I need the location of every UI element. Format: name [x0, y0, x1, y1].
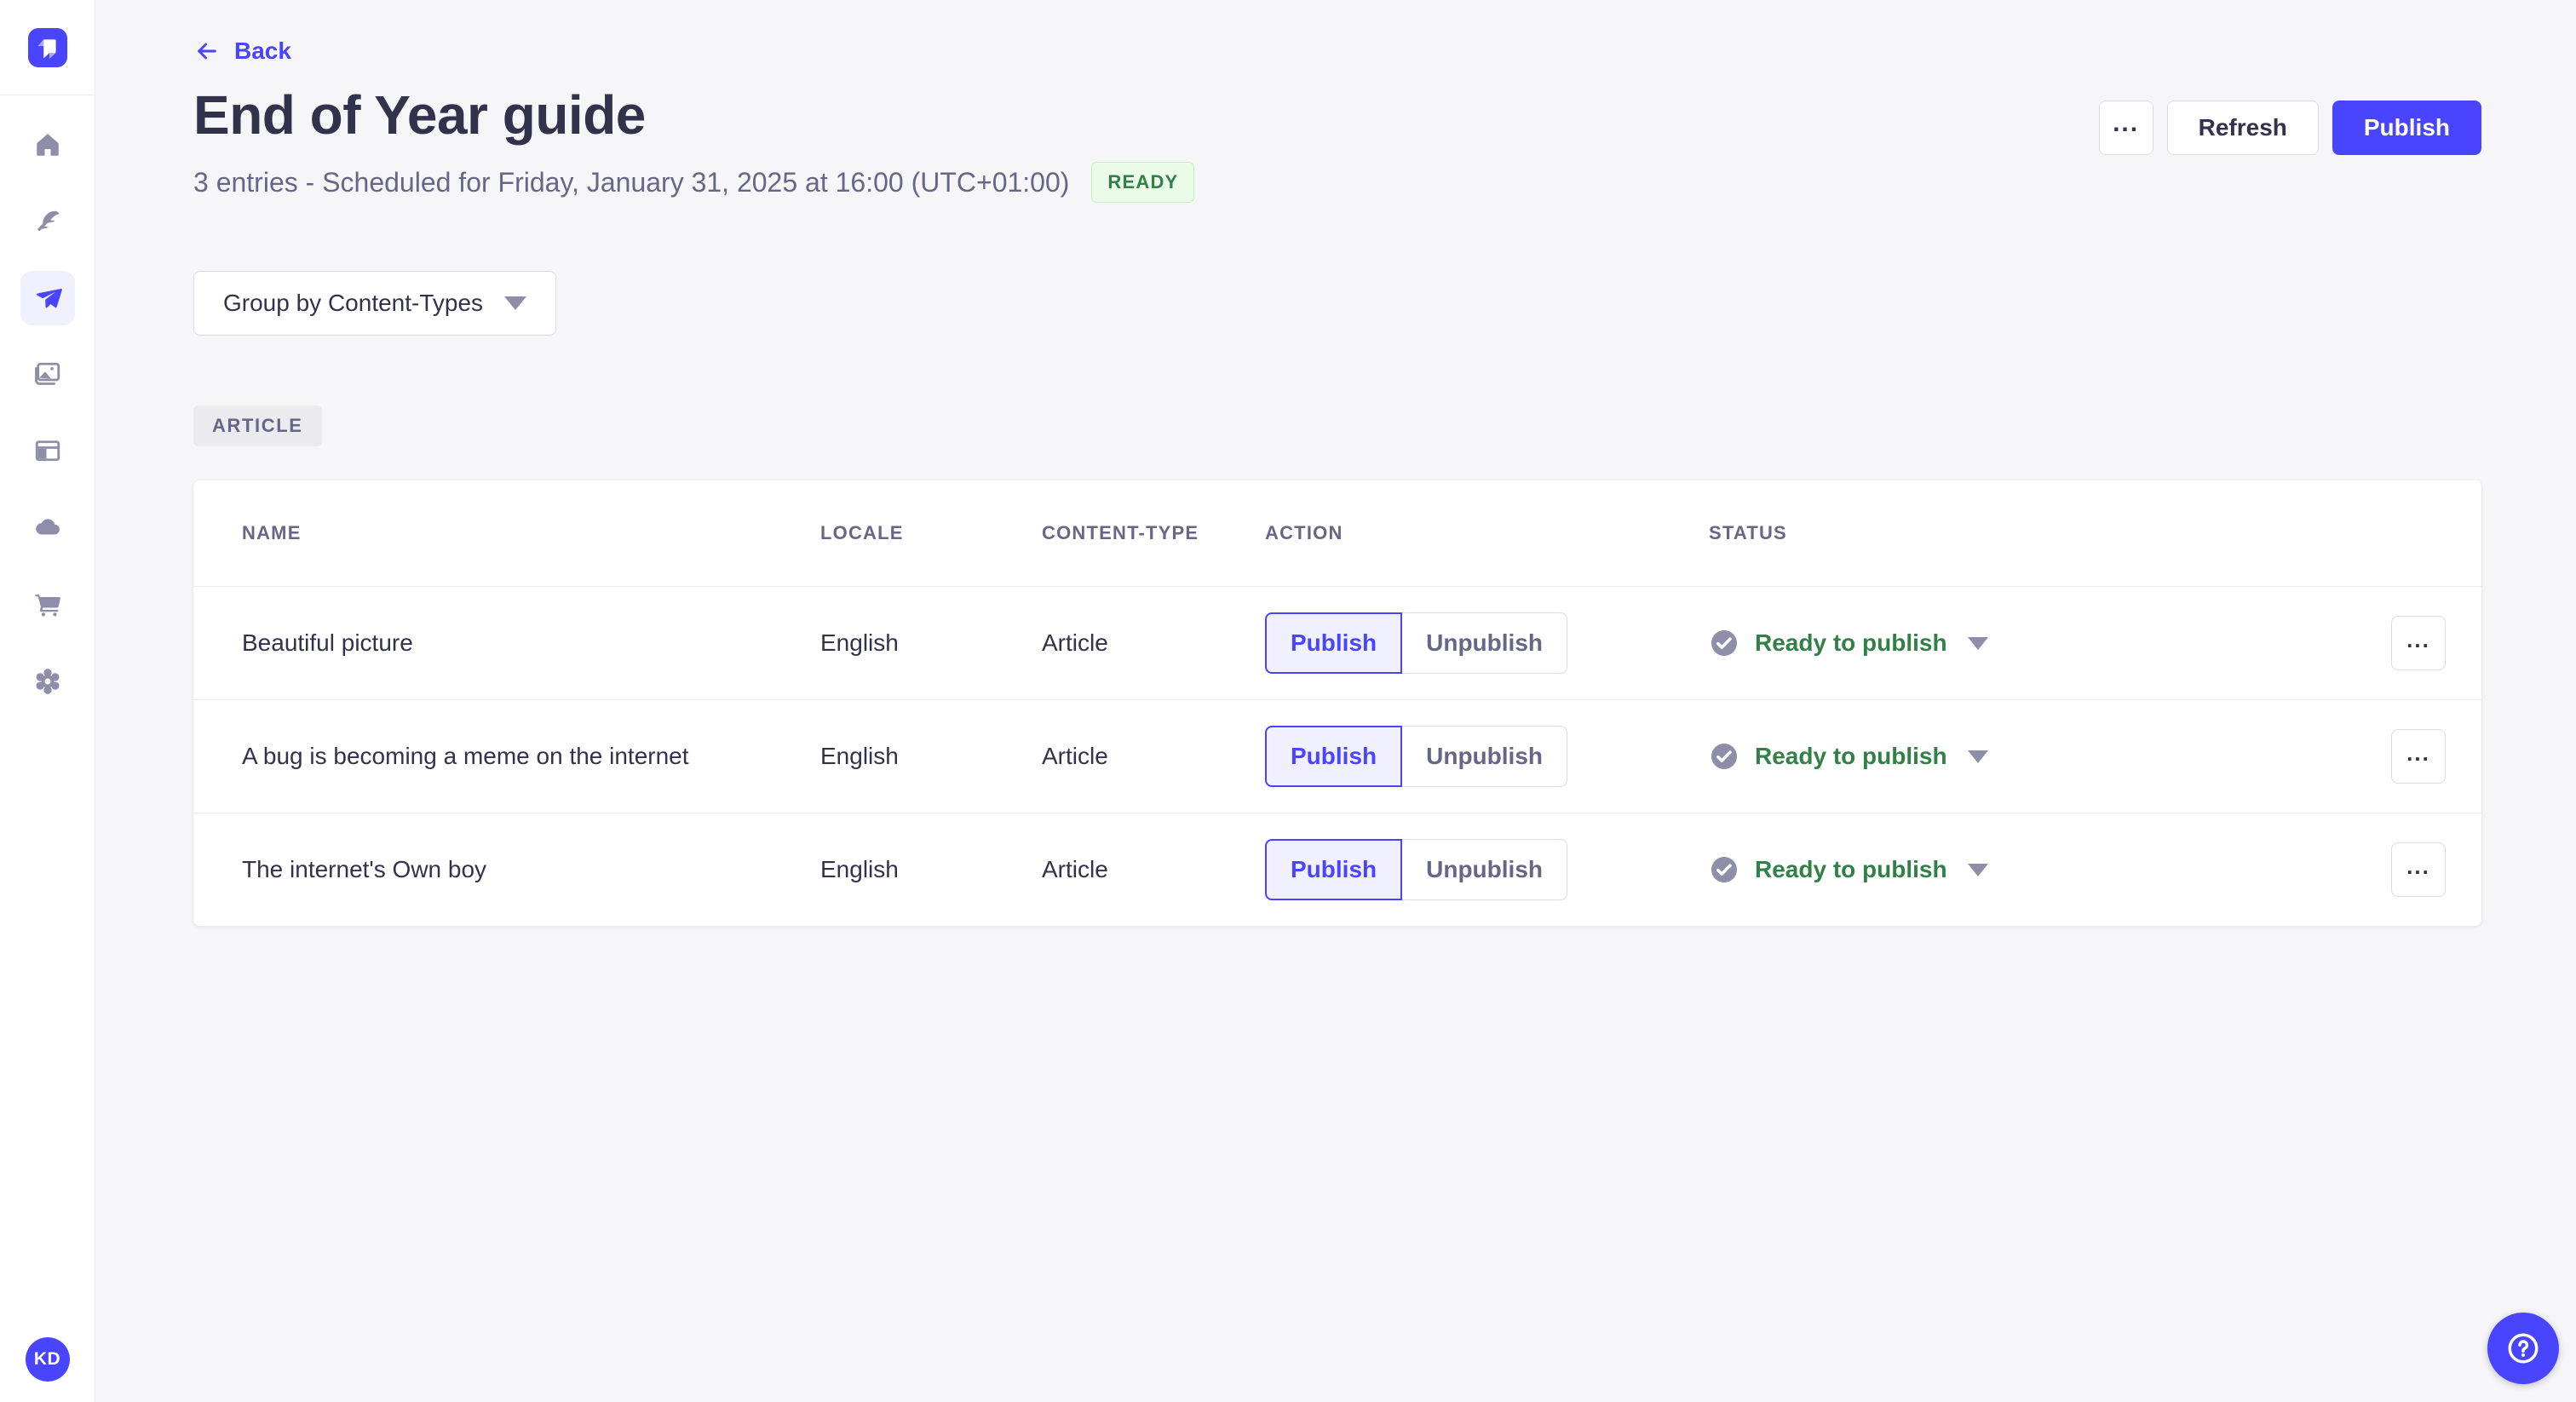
sidebar-item-media-library[interactable] — [20, 348, 75, 402]
row-more-button[interactable]: ... — [2391, 616, 2446, 670]
refresh-button[interactable]: Refresh — [2166, 101, 2319, 155]
action-segmented-control: Publish Unpublish — [1265, 839, 1567, 900]
home-icon — [33, 130, 62, 159]
entry-status-label: Ready to publish — [1755, 743, 1947, 769]
table-row: The internet's Own boy English Article P… — [193, 813, 2481, 926]
entry-name: A bug is becoming a meme on the internet — [242, 743, 689, 769]
check-circle-icon — [1711, 630, 1737, 656]
feather-icon — [33, 207, 62, 236]
publish-release-button[interactable]: Publish — [2332, 101, 2481, 155]
subtitle-row: 3 entries - Scheduled for Friday, Januar… — [193, 162, 2481, 203]
header-actions: ... Refresh Publish — [2098, 101, 2481, 155]
chevron-down-icon — [504, 296, 526, 310]
content-type-group-badge: ARTICLE — [193, 405, 322, 446]
sidebar: KD — [0, 0, 95, 1402]
media-library-icon — [32, 359, 63, 390]
group-by-select[interactable]: Group by Content-Types — [193, 271, 556, 336]
row-publish-toggle[interactable]: Publish — [1265, 726, 1403, 787]
logo-container — [0, 0, 95, 95]
sidebar-item-content-manager[interactable] — [20, 194, 75, 249]
entry-locale: English — [820, 629, 899, 656]
entry-content-type: Article — [1042, 629, 1108, 656]
entry-status-dropdown[interactable]: Ready to publish — [1709, 741, 1988, 772]
cart-icon — [32, 589, 63, 620]
sidebar-item-cloud[interactable] — [20, 501, 75, 555]
column-header-status: STATUS — [1709, 522, 1787, 543]
caret-down-icon — [1967, 636, 1988, 650]
check-circle-icon — [1711, 857, 1737, 882]
back-arrow-icon — [193, 37, 221, 65]
column-header-name: NAME — [242, 522, 302, 543]
table-header-row: NAME LOCALE CONTENT-TYPE ACTION STATUS — [193, 480, 2481, 586]
column-header-action: ACTION — [1265, 522, 1343, 543]
row-more-button[interactable]: ... — [2391, 842, 2446, 897]
status-badge: READY — [1091, 162, 1195, 203]
row-publish-toggle[interactable]: Publish — [1265, 839, 1403, 900]
sidebar-nav — [0, 95, 95, 709]
entry-locale: English — [820, 856, 899, 882]
group-by-selected-value: Group by Content-Types — [223, 290, 484, 316]
entry-locale: English — [820, 743, 899, 769]
caret-down-icon — [1967, 750, 1988, 763]
entry-name: Beautiful picture — [242, 629, 413, 656]
sidebar-item-releases[interactable] — [20, 271, 75, 325]
back-link[interactable]: Back — [193, 37, 291, 65]
entry-status-label: Ready to publish — [1755, 856, 1947, 882]
caret-down-icon — [1967, 863, 1988, 876]
entry-content-type: Article — [1042, 856, 1108, 882]
sidebar-item-settings[interactable] — [20, 654, 75, 709]
column-header-locale: LOCALE — [820, 522, 904, 543]
sidebar-item-marketplace[interactable] — [20, 577, 75, 632]
row-publish-toggle[interactable]: Publish — [1265, 612, 1403, 674]
row-unpublish-toggle[interactable]: Unpublish — [1402, 612, 1567, 674]
release-subtitle: 3 entries - Scheduled for Friday, Januar… — [193, 166, 1070, 198]
entry-content-type: Article — [1042, 743, 1108, 769]
cloud-icon — [32, 513, 63, 543]
table-row: A bug is becoming a meme on the internet… — [193, 699, 2481, 813]
table-row: Beautiful picture English Article Publis… — [193, 586, 2481, 699]
row-unpublish-toggle[interactable]: Unpublish — [1402, 839, 1567, 900]
gear-icon — [32, 666, 63, 697]
column-header-content-type: CONTENT-TYPE — [1042, 522, 1199, 543]
action-segmented-control: Publish Unpublish — [1265, 726, 1567, 787]
help-button[interactable] — [2487, 1313, 2559, 1384]
entry-name: The internet's Own boy — [242, 856, 487, 882]
entry-status-dropdown[interactable]: Ready to publish — [1709, 854, 1988, 885]
more-options-button[interactable]: ... — [2098, 101, 2153, 155]
main-content: Back End of Year guide 3 entries - Sched… — [95, 0, 2576, 1402]
sidebar-item-home[interactable] — [20, 118, 75, 172]
entries-table: NAME LOCALE CONTENT-TYPE ACTION STATUS B… — [193, 480, 2481, 926]
strapi-logo-icon — [37, 38, 56, 59]
row-unpublish-toggle[interactable]: Unpublish — [1402, 726, 1567, 787]
paper-plane-icon — [32, 283, 63, 313]
layout-icon — [32, 436, 63, 467]
action-segmented-control: Publish Unpublish — [1265, 612, 1567, 674]
strapi-logo[interactable] — [27, 27, 67, 67]
entry-status-label: Ready to publish — [1755, 629, 1947, 656]
back-label: Back — [234, 37, 291, 64]
check-circle-icon — [1711, 744, 1737, 769]
row-more-button[interactable]: ... — [2391, 729, 2446, 784]
avatar[interactable]: KD — [25, 1337, 70, 1382]
entry-status-dropdown[interactable]: Ready to publish — [1709, 628, 1988, 658]
sidebar-item-content-type-builder[interactable] — [20, 424, 75, 479]
question-mark-icon — [2508, 1333, 2539, 1364]
